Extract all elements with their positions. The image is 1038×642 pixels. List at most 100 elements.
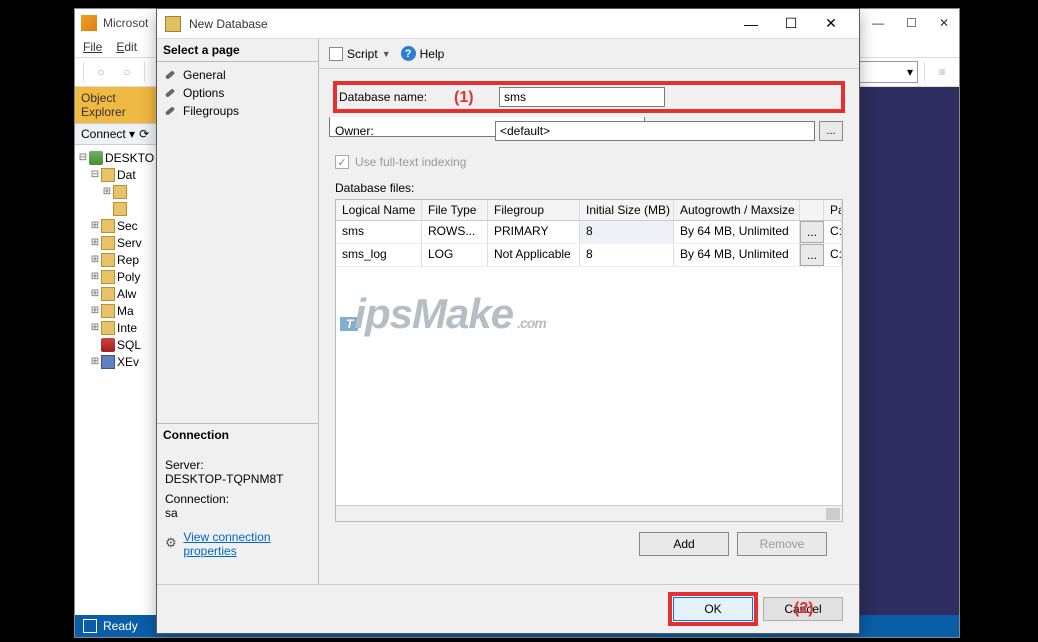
- tree-security[interactable]: Sec: [117, 219, 138, 233]
- grid-row[interactable]: sms ROWS... PRIMARY 8 By 64 MB, Unlimite…: [336, 221, 842, 244]
- callout-1: (1): [454, 89, 474, 107]
- ssms-app-icon: [81, 15, 97, 31]
- new-database-dialog: New Database — ☐ ✕ Select a page General…: [156, 8, 860, 634]
- tree-expand-icon[interactable]: ⊞: [89, 356, 101, 367]
- folder-icon: [101, 270, 115, 284]
- connection-header: Connection: [157, 424, 318, 446]
- tree-alwayson[interactable]: Alw: [117, 287, 136, 301]
- tree-server[interactable]: DESKTO: [105, 151, 154, 165]
- grid-header: Logical Name File Type Filegroup Initial…: [336, 200, 842, 221]
- folder-icon: [101, 321, 115, 335]
- cell-logical[interactable]: sms_log: [336, 244, 422, 266]
- server-icon: [89, 151, 103, 165]
- cell-logical[interactable]: sms: [336, 221, 422, 243]
- tree-expand-icon[interactable]: ⊞: [89, 254, 101, 265]
- nav-fwd-button[interactable]: ○: [116, 61, 138, 83]
- cell-autogrowth: By 64 MB, Unlimited: [674, 221, 800, 243]
- page-filegroups[interactable]: Filegroups: [157, 102, 318, 120]
- tree-polybase[interactable]: Poly: [117, 270, 140, 284]
- autogrowth-edit-button[interactable]: ...: [800, 221, 824, 243]
- tree-collapse-icon[interactable]: ⊟: [77, 152, 89, 163]
- folder-icon: [101, 168, 115, 182]
- col-file-type[interactable]: File Type: [422, 200, 488, 220]
- col-filegroup[interactable]: Filegroup: [488, 200, 580, 220]
- object-explorer-panel: Object Explorer Connect ▾ ⟳ ⊟DESKTO ⊟Dat…: [75, 87, 163, 615]
- dialog-title: New Database: [189, 17, 731, 31]
- help-label: Help: [420, 47, 445, 61]
- chevron-down-icon[interactable]: ▼: [382, 49, 391, 59]
- minimize-button[interactable]: —: [868, 14, 888, 32]
- cell-initsize[interactable]: 8: [580, 244, 674, 266]
- tree-expand-icon[interactable]: ⊞: [89, 322, 101, 333]
- connection-link-label: View connection properties: [183, 530, 310, 558]
- dialog-maximize-button[interactable]: ☐: [771, 10, 811, 38]
- close-button[interactable]: ✕: [935, 14, 953, 32]
- page-options[interactable]: Options: [157, 84, 318, 102]
- connect-dropdown[interactable]: Connect ▾: [81, 127, 135, 141]
- page-general[interactable]: General: [157, 66, 318, 84]
- owner-browse-button[interactable]: ...: [819, 121, 843, 141]
- grid-horizontal-scrollbar[interactable]: [336, 505, 842, 521]
- tree-expand-icon[interactable]: ⊞: [89, 271, 101, 282]
- tree-expand-icon[interactable]: ⊞: [89, 220, 101, 231]
- cell-filegroup[interactable]: PRIMARY: [488, 221, 580, 243]
- database-name-label: Database name:: [339, 90, 499, 104]
- dialog-close-button[interactable]: ✕: [811, 10, 851, 38]
- ok-button[interactable]: OK: [673, 597, 753, 621]
- col-initial-size[interactable]: Initial Size (MB): [580, 200, 674, 220]
- connection-label: Connection:: [165, 492, 310, 506]
- view-connection-properties-link[interactable]: View connection properties: [165, 530, 310, 558]
- cell-path[interactable]: C:: [824, 244, 842, 266]
- select-page-header: Select a page: [157, 39, 318, 62]
- tree-sqlagent[interactable]: SQL: [117, 338, 141, 352]
- database-name-input[interactable]: [499, 87, 665, 107]
- connection-section: Connection Server: DESKTOP-TQPNM8T Conne…: [157, 423, 318, 584]
- fulltext-label: Use full-text indexing: [355, 155, 466, 169]
- col-autogrowth[interactable]: Autogrowth / Maxsize: [674, 200, 800, 220]
- cell-initsize[interactable]: 8: [580, 221, 674, 243]
- sqlagent-icon: [101, 338, 115, 352]
- cell-path[interactable]: C:: [824, 221, 842, 243]
- tree-expand-icon[interactable]: ⊞: [89, 237, 101, 248]
- tree-replication[interactable]: Rep: [117, 253, 139, 267]
- object-explorer-tree[interactable]: ⊟ DESKTO ⊟ Dat ⊞ ⊞ Sec ⊞ Serv ⊞ Rep ⊞ Poly ⊞ Al…: [75, 145, 162, 374]
- database-files-grid[interactable]: Logical Name File Type Filegroup Initial…: [335, 199, 843, 522]
- script-button[interactable]: Script ▼: [329, 47, 391, 61]
- grid-row[interactable]: sms_log LOG Not Applicable 8 By 64 MB, U…: [336, 244, 842, 267]
- col-path[interactable]: Pa: [824, 200, 842, 220]
- remove-file-button[interactable]: Remove: [737, 532, 827, 556]
- tree-xevent[interactable]: XEv: [117, 355, 139, 369]
- folder-icon: [101, 253, 115, 267]
- nav-back-button[interactable]: ○: [90, 61, 112, 83]
- autogrowth-edit-button[interactable]: ...: [800, 244, 824, 266]
- tree-expand-icon[interactable]: ⊞: [101, 186, 113, 197]
- tool-d[interactable]: ≡: [931, 61, 953, 83]
- menu-file[interactable]: File: [83, 40, 102, 54]
- obj-exp-refresh-icon[interactable]: ⟳: [139, 127, 149, 141]
- tree-management[interactable]: Ma: [117, 304, 134, 318]
- add-file-button[interactable]: Add: [639, 532, 729, 556]
- tree-expand-icon[interactable]: ⊞: [89, 305, 101, 316]
- cell-filetype: ROWS...: [422, 221, 488, 243]
- owner-input[interactable]: [495, 121, 815, 141]
- dialog-titlebar[interactable]: New Database — ☐ ✕: [157, 9, 859, 39]
- status-icon: [83, 619, 97, 633]
- maximize-button[interactable]: ☐: [902, 14, 921, 32]
- server-label: Server:: [165, 458, 310, 472]
- tree-expand-icon[interactable]: ⊞: [89, 288, 101, 299]
- tree-collapse-icon[interactable]: ⊟: [89, 169, 101, 180]
- tree-databases[interactable]: Dat: [117, 168, 136, 182]
- help-button[interactable]: ? Help: [401, 46, 445, 61]
- database-files-label: Database files:: [335, 181, 843, 195]
- col-autogrowth-btn: [800, 200, 824, 220]
- wrench-icon: [163, 68, 177, 82]
- menu-edit[interactable]: Edit: [116, 40, 137, 54]
- tree-serverobj[interactable]: Serv: [117, 236, 142, 250]
- dialog-minimize-button[interactable]: —: [731, 10, 771, 38]
- dialog-toolbar: Script ▼ ? Help: [319, 39, 859, 69]
- scroll-right-button[interactable]: [826, 508, 840, 520]
- tree-integration[interactable]: Inte: [117, 321, 137, 335]
- col-logical-name[interactable]: Logical Name: [336, 200, 422, 220]
- dialog-form: Database name: x Owner: ... ✓ Use full-t…: [319, 69, 859, 566]
- folder-icon: [113, 185, 127, 199]
